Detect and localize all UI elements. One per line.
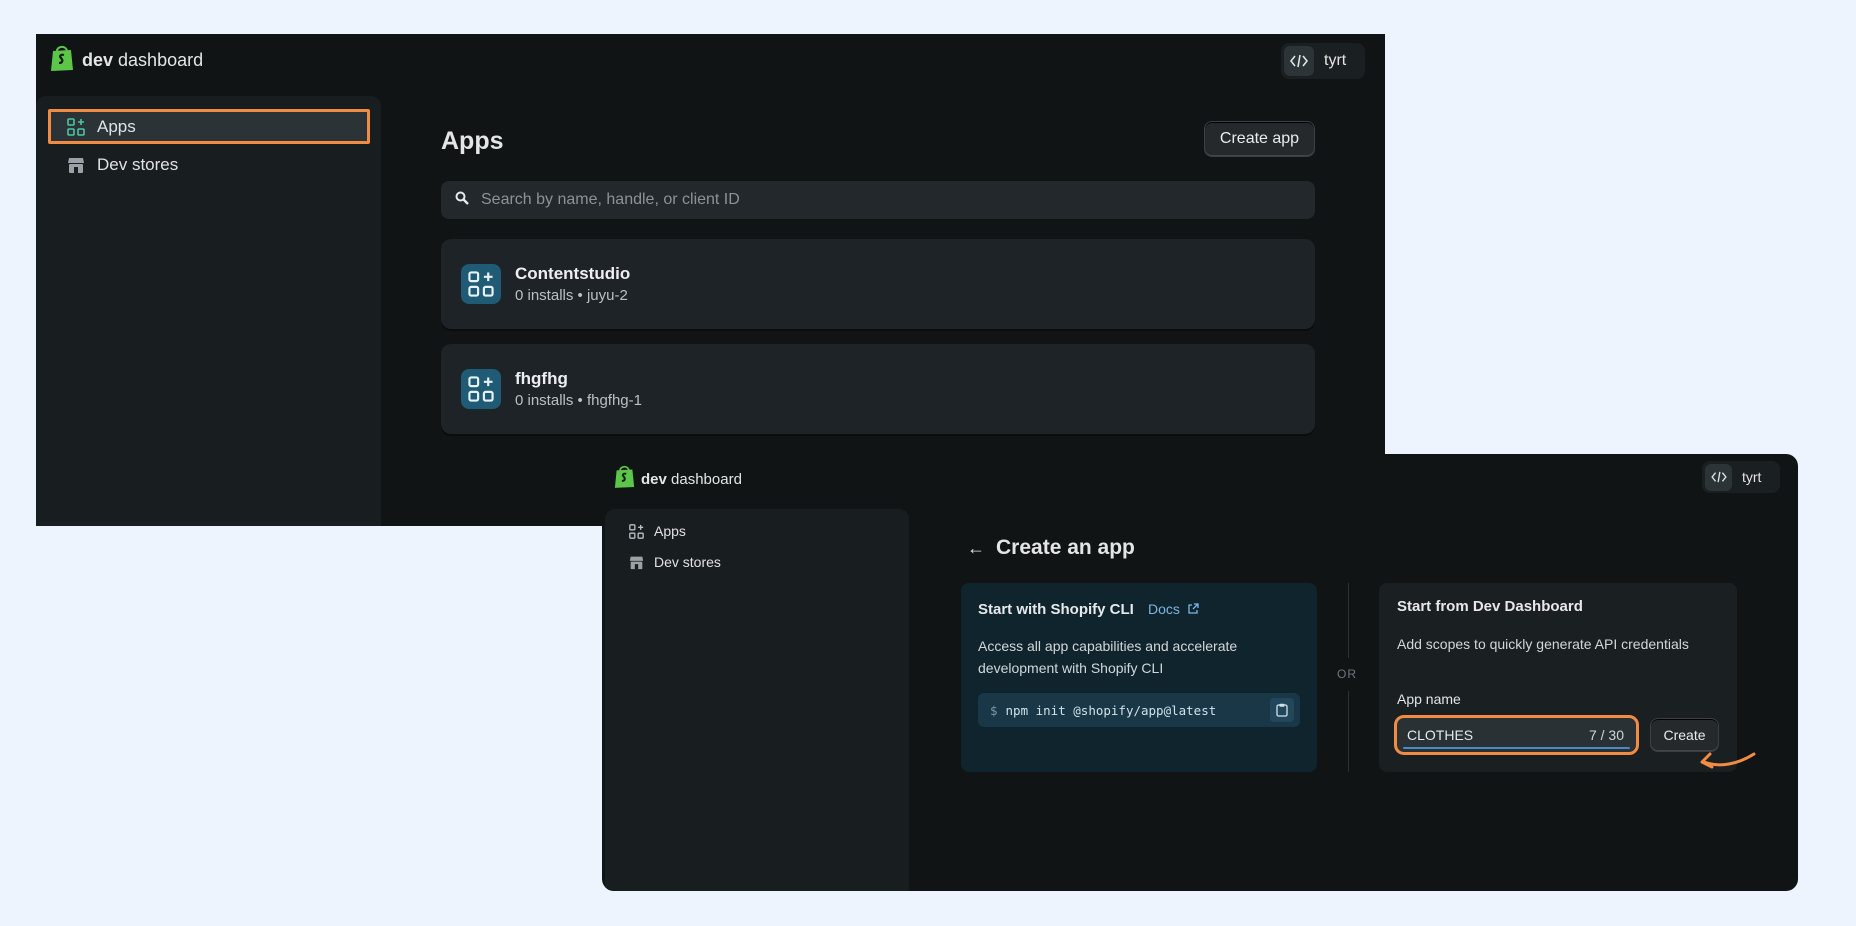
app-name-field[interactable]: CLOTHES 7 / 30	[1394, 715, 1639, 755]
page-title: Apps	[441, 127, 504, 155]
code-icon[interactable]	[1705, 463, 1732, 491]
store-icon	[629, 555, 644, 570]
sidebar-item-label: Apps	[97, 116, 136, 136]
user-menu[interactable]: tyrt	[1281, 43, 1365, 79]
apps-icon	[629, 523, 644, 539]
search-input[interactable]: Search by name, handle, or client ID	[441, 181, 1315, 219]
sidebar-item-dev-stores[interactable]: Dev stores	[67, 150, 178, 180]
sidebar-item-apps[interactable]: Apps	[629, 523, 686, 539]
command-prompt: $	[990, 702, 998, 718]
apps-icon	[67, 117, 85, 136]
app-card-fhgfhg[interactable]: fhgfhg 0 installs • fhgfhg-1	[441, 344, 1315, 434]
brand[interactable]: dev dashboard	[614, 464, 742, 494]
dev-dashboard-panel: Start from Dev Dashboard Add scopes to q…	[1379, 583, 1737, 772]
docs-link[interactable]: Docs	[1148, 601, 1199, 617]
sidebar-item-apps[interactable]: Apps	[48, 109, 370, 144]
back-arrow-icon[interactable]: ←	[967, 538, 985, 559]
create-app-button[interactable]: Create app	[1204, 121, 1315, 157]
shopify-cli-panel: Start with Shopify CLI Docs Access all a…	[961, 583, 1317, 772]
code-icon[interactable]	[1284, 46, 1314, 76]
sidebar-item-label: Apps	[654, 523, 686, 539]
sidebar-item-label: Dev stores	[97, 155, 179, 174]
panel-description: Access all app capabilities and accelera…	[978, 638, 1238, 676]
user-menu[interactable]: tyrt	[1702, 461, 1780, 493]
sidebar-item-dev-stores[interactable]: Dev stores	[629, 554, 721, 570]
apps-icon	[461, 369, 501, 409]
divider	[1348, 583, 1349, 658]
app-meta: 0 installs • juyu-2	[515, 287, 628, 304]
clipboard-icon[interactable]	[1270, 698, 1294, 722]
external-link-icon	[1188, 603, 1199, 614]
search-placeholder: Search by name, handle, or client ID	[481, 191, 740, 208]
apps-icon	[461, 264, 501, 304]
app-card-contentstudio[interactable]: Contentstudio 0 installs • juyu-2	[441, 239, 1315, 329]
page-title: Create an app	[996, 536, 1135, 559]
brand[interactable]: dev dashboard	[50, 44, 203, 77]
search-icon	[455, 191, 469, 210]
shopify-bag-icon	[614, 464, 635, 494]
annotation-arrow-icon	[1700, 752, 1756, 769]
app-meta: 0 installs • fhgfhg-1	[515, 392, 642, 409]
brand-name: dev dashboard	[641, 470, 742, 488]
create-button[interactable]: Create	[1650, 718, 1719, 752]
sidebar: Apps Dev stores	[36, 96, 381, 526]
app-name-value: CLOTHES	[1407, 727, 1474, 743]
panel-title: Start with Shopify CLI Docs	[978, 601, 1199, 618]
app-name: fhgfhg	[515, 369, 568, 388]
app-name: Contentstudio	[515, 264, 631, 283]
app-name-label: App name	[1397, 691, 1461, 707]
user-name: tyrt	[1742, 469, 1762, 485]
focus-underline	[1403, 747, 1630, 749]
dev-dashboard-create-app-window: dev dashboard tyrt Apps Dev stores ← Cre…	[602, 454, 1798, 891]
or-label: OR	[1337, 667, 1357, 681]
shopify-bag-icon	[50, 44, 74, 77]
panel-description: Add scopes to quickly generate API crede…	[1397, 636, 1689, 652]
store-icon	[67, 156, 85, 174]
user-name: tyrt	[1324, 52, 1347, 69]
dev-dashboard-apps-window: dev dashboard tyrt Apps Dev stores Apps …	[36, 34, 1385, 526]
divider	[1348, 691, 1349, 772]
panel-title: Start from Dev Dashboard	[1397, 598, 1583, 615]
sidebar-item-label: Dev stores	[654, 554, 721, 570]
command-text: npm init @shopify/app@latest	[1005, 702, 1217, 718]
sidebar: Apps Dev stores	[605, 509, 909, 891]
brand-name: dev dashboard	[82, 50, 204, 70]
cli-command[interactable]: $ npm init @shopify/app@latest	[978, 693, 1300, 727]
character-count: 7 / 30	[1588, 727, 1624, 743]
